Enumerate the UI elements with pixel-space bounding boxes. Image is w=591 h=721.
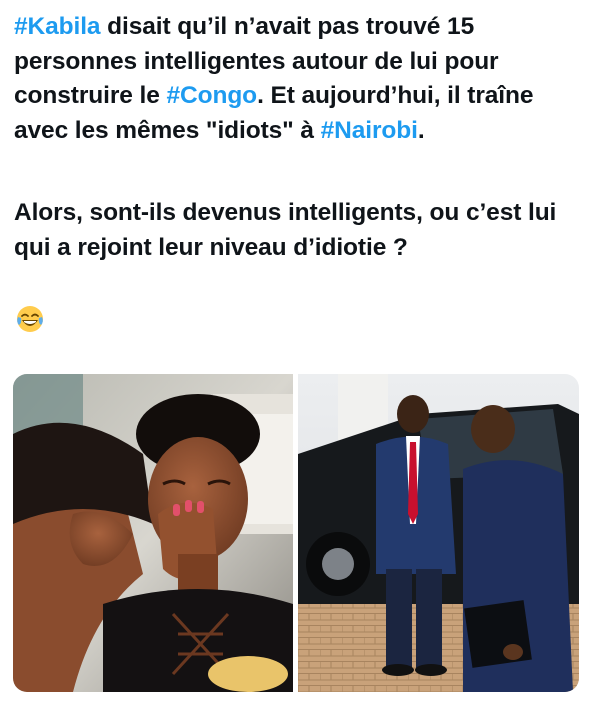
photo-men-beside-suv[interactable] bbox=[298, 374, 579, 692]
tweet-text-segment: . bbox=[417, 116, 425, 144]
tweet-text-paragraph-1: #Kabila disait qu’il n’avait pas trouvé … bbox=[14, 10, 579, 148]
hashtag-link[interactable]: #Congo bbox=[166, 82, 257, 109]
hashtag-link[interactable]: #Nairobi bbox=[321, 117, 418, 144]
laughing-tears-emoji-icon bbox=[15, 304, 45, 334]
tweet-text-paragraph-2: Alors, sont-ils devenus intelligents, ou… bbox=[14, 199, 557, 261]
tweet-post: #Kabila disait qu’il n’avait pas trouvé … bbox=[0, 0, 591, 721]
hashtag-link[interactable]: #Kabila bbox=[14, 13, 101, 40]
photo-women-laughing[interactable] bbox=[13, 374, 293, 692]
